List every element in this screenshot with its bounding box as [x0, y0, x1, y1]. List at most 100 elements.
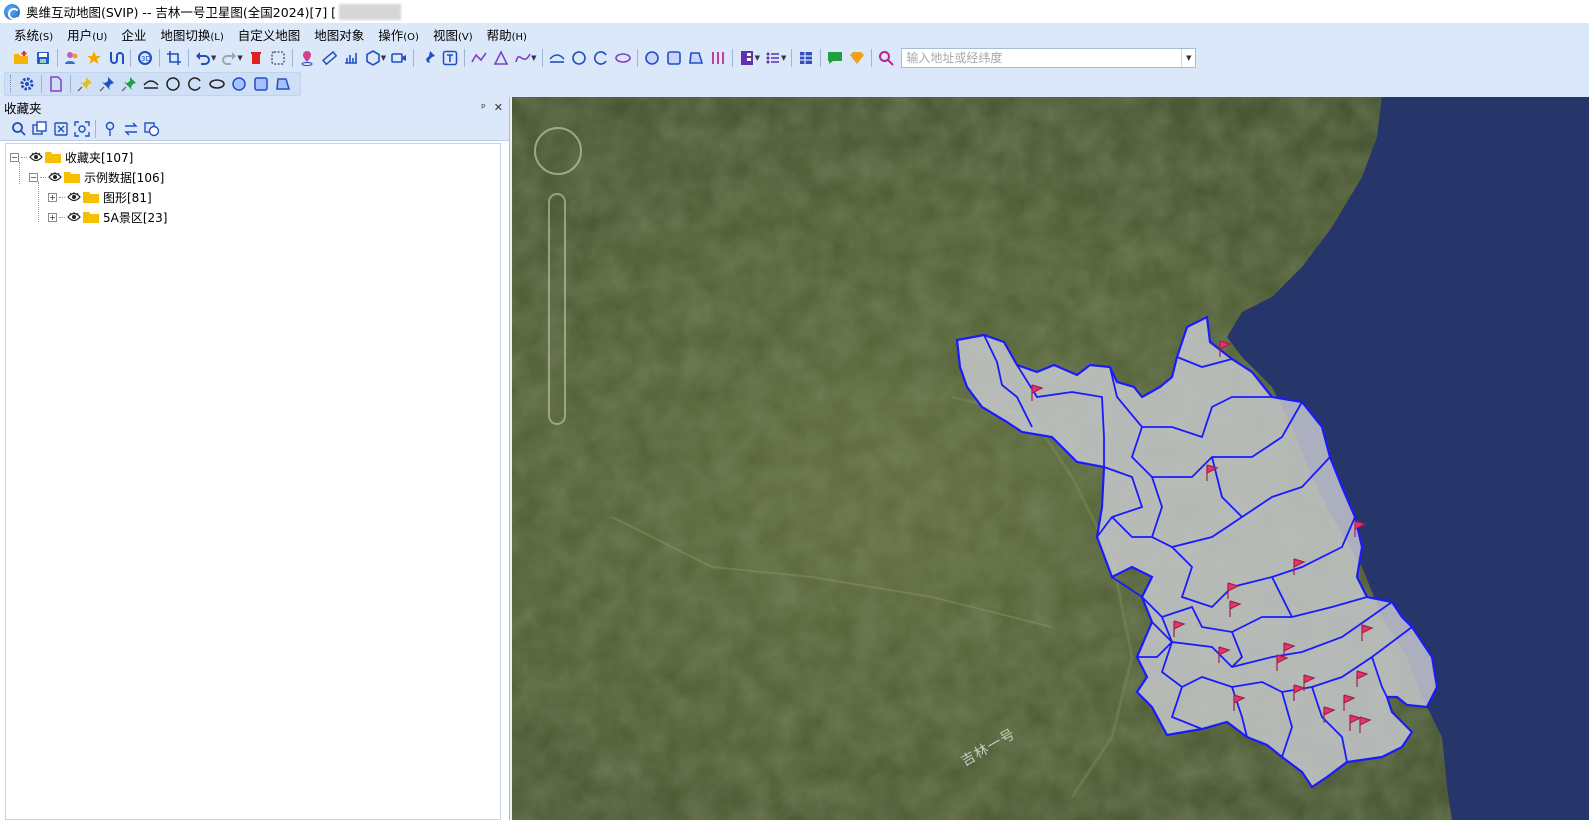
- toolbar-grip[interactable]: [10, 75, 13, 93]
- shape-dropdown-icon[interactable]: ▼: [381, 54, 386, 62]
- toolbar-separator: [130, 49, 131, 67]
- crop-button[interactable]: [163, 47, 185, 69]
- tree-node-sample-data[interactable]: − 示例数据[106]: [29, 168, 164, 186]
- video-button[interactable]: [388, 47, 410, 69]
- undo-dropdown-icon[interactable]: ▼: [211, 54, 216, 62]
- menu-label: 地图切换: [160, 27, 211, 43]
- diamond-vip-icon: [850, 52, 865, 64]
- table-icon: [800, 52, 813, 64]
- menu-view[interactable]: 视图(V): [433, 25, 473, 44]
- vip-button[interactable]: [846, 47, 868, 69]
- arc-tool-button[interactable]: [140, 73, 162, 95]
- map-compass-control[interactable]: [534, 127, 582, 175]
- address-search-combobox[interactable]: ▼: [901, 48, 1197, 68]
- open-arc-button[interactable]: [590, 47, 612, 69]
- menu-operation[interactable]: 操作(O): [378, 25, 419, 44]
- panel-title: 收藏夹: [4, 100, 42, 116]
- area-measure-button[interactable]: [340, 47, 362, 69]
- circle-tool-button[interactable]: [162, 73, 184, 95]
- polyline-button[interactable]: [468, 47, 490, 69]
- fill-circle-button[interactable]: [641, 47, 663, 69]
- panel-copy-button[interactable]: [29, 118, 50, 140]
- menu-map-objects[interactable]: 地图对象: [314, 25, 364, 44]
- fill-rect-button[interactable]: [663, 47, 685, 69]
- window-titlebar: 奥维互动地图(SVIP) -- 吉林一号卫星图(全国2024)[7] [: [0, 0, 1589, 23]
- add-pin-button[interactable]: [417, 47, 439, 69]
- polygon-button[interactable]: [490, 47, 512, 69]
- blue-pin-button[interactable]: [96, 73, 118, 95]
- collapse-toggle-icon[interactable]: −: [10, 152, 19, 162]
- map-zoom-slider[interactable]: [548, 193, 566, 425]
- menu-user[interactable]: 用户(U): [67, 25, 107, 44]
- mark-point-button[interactable]: [296, 47, 318, 69]
- tree-node-5a-scenic[interactable]: + 5A景区[23]: [48, 208, 167, 226]
- users-icon: [65, 52, 78, 64]
- save-button[interactable]: [32, 47, 54, 69]
- yellow-pin-button[interactable]: [74, 73, 96, 95]
- panel-shape-button[interactable]: [141, 118, 162, 140]
- search-button[interactable]: [875, 47, 897, 69]
- column-button[interactable]: [707, 47, 729, 69]
- menu-label: 帮助: [486, 27, 512, 43]
- new-doc-button[interactable]: [45, 73, 67, 95]
- circle-button[interactable]: [568, 47, 590, 69]
- menu-map-switch[interactable]: 地图切换(L): [160, 25, 223, 44]
- chat-button[interactable]: [824, 47, 846, 69]
- tree-node-favorites[interactable]: − 收藏夹[107]: [10, 148, 133, 166]
- ellipse-tool-button[interactable]: [206, 73, 228, 95]
- menu-label: 用户: [67, 27, 93, 43]
- visibility-eye-icon[interactable]: [29, 152, 43, 162]
- hatched-circle-icon: [644, 51, 659, 65]
- arc-button[interactable]: [546, 47, 568, 69]
- panel-locate-button[interactable]: [71, 118, 92, 140]
- star-icon: [87, 51, 101, 64]
- fill-polygon-button[interactable]: [685, 47, 707, 69]
- favorite-button[interactable]: [83, 47, 105, 69]
- panel-swap-button[interactable]: [120, 118, 141, 140]
- fill-rect-tool-button[interactable]: [250, 73, 272, 95]
- measure-button[interactable]: [318, 47, 340, 69]
- 3d-button[interactable]: 3D: [134, 47, 156, 69]
- visibility-eye-icon[interactable]: [67, 192, 81, 202]
- green-pin-button[interactable]: [118, 73, 140, 95]
- fill-polygon-tool-button[interactable]: [272, 73, 294, 95]
- menu-custom-map[interactable]: 自定义地图: [238, 25, 301, 44]
- redo-dropdown-icon[interactable]: ▼: [237, 54, 242, 62]
- layers-dropdown-icon[interactable]: ▼: [755, 54, 760, 62]
- panel-delete-button[interactable]: [50, 118, 71, 140]
- menu-system[interactable]: 系统(S): [14, 25, 53, 44]
- address-search-input[interactable]: [902, 49, 1182, 67]
- close-panel-icon[interactable]: ✕: [494, 101, 503, 114]
- expand-toggle-icon[interactable]: +: [48, 192, 57, 202]
- new-folder-button[interactable]: [10, 47, 32, 69]
- expand-toggle-icon[interactable]: +: [48, 212, 57, 222]
- map-view[interactable]: 吉林一号: [512, 97, 1589, 820]
- pin-panel-icon[interactable]: ᵖ: [481, 101, 486, 114]
- route-button[interactable]: [105, 47, 127, 69]
- fill-circle-tool-button[interactable]: [228, 73, 250, 95]
- visibility-eye-icon[interactable]: [67, 212, 81, 222]
- settings-button[interactable]: [16, 73, 38, 95]
- panel-search-button[interactable]: [8, 118, 29, 140]
- undo-icon: [196, 52, 210, 65]
- delete-button[interactable]: [245, 47, 267, 69]
- ellipse-button[interactable]: [612, 47, 634, 69]
- tree-node-shapes[interactable]: + 图形[81]: [48, 188, 152, 206]
- curve-dropdown-icon[interactable]: ▼: [531, 54, 536, 62]
- menu-enterprise[interactable]: 企业: [121, 25, 146, 44]
- add-text-button[interactable]: [439, 47, 461, 69]
- visibility-eye-icon[interactable]: [48, 172, 62, 182]
- menu-help[interactable]: 帮助(H): [487, 25, 527, 44]
- select-button[interactable]: [267, 47, 289, 69]
- secondary-toolbar: [0, 71, 1589, 97]
- users-button[interactable]: [61, 47, 83, 69]
- panel-pin-button[interactable]: [99, 118, 120, 140]
- arc-open-tool-button[interactable]: [184, 73, 206, 95]
- panel-toolbar: [0, 117, 509, 141]
- collapse-toggle-icon[interactable]: −: [29, 172, 38, 182]
- curve-icon: [515, 53, 531, 63]
- table-button[interactable]: [795, 47, 817, 69]
- search-dropdown-icon[interactable]: ▼: [1181, 49, 1195, 67]
- filled-circle-icon: [232, 77, 246, 91]
- list-dropdown-icon[interactable]: ▼: [781, 54, 786, 62]
